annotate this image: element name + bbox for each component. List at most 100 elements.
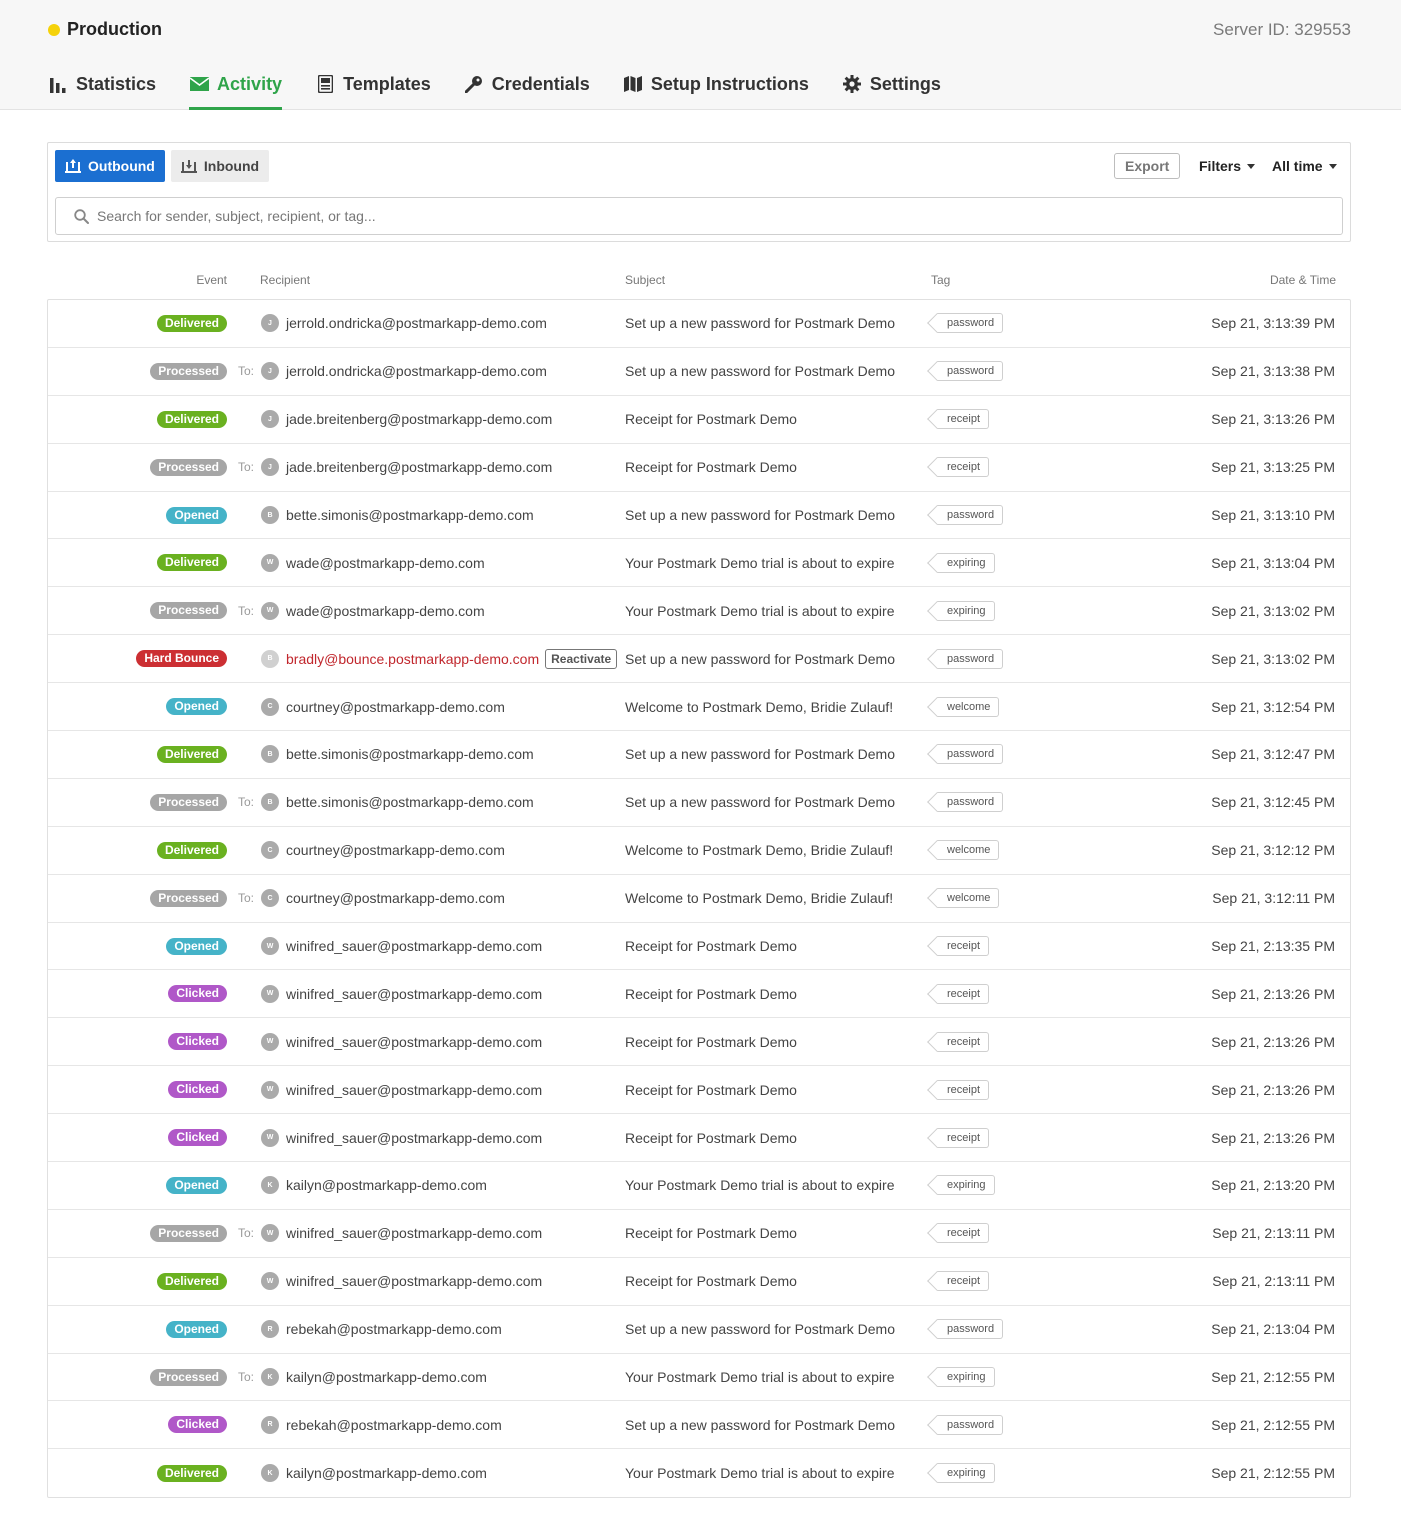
table-row[interactable]: Delivered W wade@postmarkapp-demo.com Yo… — [48, 539, 1350, 588]
table-row[interactable]: Opened B bette.simonis@postmarkapp-demo.… — [48, 492, 1350, 540]
tag-label[interactable]: expiring — [937, 1175, 995, 1196]
timerange-dropdown[interactable]: All time — [1272, 153, 1337, 179]
subject-cell: Set up a new password for Postmark Demo — [625, 507, 896, 523]
recipient-email[interactable]: rebekah@postmarkapp-demo.com — [286, 1321, 502, 1337]
recipient-email[interactable]: jade.breitenberg@postmarkapp-demo.com — [286, 411, 552, 427]
recipient-email[interactable]: courtney@postmarkapp-demo.com — [286, 699, 505, 715]
tag-label[interactable]: receipt — [937, 1127, 990, 1148]
tag-label[interactable]: receipt — [937, 409, 990, 430]
table-row[interactable]: Clicked W winifred_sauer@postmarkapp-dem… — [48, 1066, 1350, 1115]
recipient-email[interactable]: bette.simonis@postmarkapp-demo.com — [286, 507, 534, 523]
table-row[interactable]: Processed To: J jade.breitenberg@postmar… — [48, 444, 1350, 492]
tag-label[interactable]: password — [937, 1319, 1004, 1340]
event-badge: Opened — [166, 937, 227, 955]
table-row[interactable]: Opened K kailyn@postmarkapp-demo.com You… — [48, 1162, 1350, 1210]
recipient-email[interactable]: winifred_sauer@postmarkapp-demo.com — [286, 1273, 542, 1289]
tab-statistics[interactable]: Statistics — [48, 66, 156, 110]
recipient-email[interactable]: jerrold.ondricka@postmarkapp-demo.com — [286, 363, 547, 379]
search-input[interactable] — [97, 208, 1297, 224]
tab-activity[interactable]: Activity — [189, 66, 283, 110]
table-row[interactable]: Processed To: B bette.simonis@postmarkap… — [48, 779, 1350, 827]
table-row[interactable]: Delivered J jerrold.ondricka@postmarkapp… — [48, 300, 1350, 348]
table-row[interactable]: Clicked R rebekah@postmarkapp-demo.com S… — [48, 1401, 1350, 1450]
server-name[interactable]: Production — [48, 19, 162, 40]
table-row[interactable]: Processed To: W wade@postmarkapp-demo.co… — [48, 587, 1350, 636]
tag-label[interactable]: password — [937, 792, 1004, 813]
tag-cell: expiring — [931, 587, 995, 634]
recipient-email[interactable]: winifred_sauer@postmarkapp-demo.com — [286, 986, 542, 1002]
tag-label[interactable]: receipt — [937, 1223, 990, 1244]
recipient-email[interactable]: kailyn@postmarkapp-demo.com — [286, 1369, 487, 1385]
tag-label[interactable]: password — [937, 361, 1004, 382]
table-row[interactable]: Processed To: K kailyn@postmarkapp-demo.… — [48, 1354, 1350, 1402]
table-row[interactable]: Delivered W winifred_sauer@postmarkapp-d… — [48, 1258, 1350, 1306]
tag-label[interactable]: receipt — [937, 1031, 990, 1052]
recipient-email[interactable]: winifred_sauer@postmarkapp-demo.com — [286, 938, 542, 954]
table-row[interactable]: Opened C courtney@postmarkapp-demo.com W… — [48, 683, 1350, 732]
recipient-email[interactable]: bette.simonis@postmarkapp-demo.com — [286, 794, 534, 810]
tag-label[interactable]: receipt — [937, 1079, 990, 1100]
export-button[interactable]: Export — [1114, 153, 1181, 179]
outbound-button[interactable]: Outbound — [55, 150, 165, 182]
tag-label[interactable]: welcome — [937, 840, 1000, 861]
table-row[interactable]: Hard Bounce B bradly@bounce.postmarkapp-… — [48, 635, 1350, 684]
tag-text: expiring — [947, 604, 986, 617]
table-row[interactable]: Clicked W winifred_sauer@postmarkapp-dem… — [48, 1018, 1350, 1067]
recipient-email[interactable]: winifred_sauer@postmarkapp-demo.com — [286, 1082, 542, 1098]
table-row[interactable]: Delivered K kailyn@postmarkapp-demo.com … — [48, 1449, 1350, 1497]
recipient-email[interactable]: bradly@bounce.postmarkapp-demo.com — [286, 651, 539, 667]
recipient-email[interactable]: kailyn@postmarkapp-demo.com — [286, 1465, 487, 1481]
recipient-email[interactable]: bette.simonis@postmarkapp-demo.com — [286, 746, 534, 762]
status-dot-icon — [48, 23, 60, 36]
event-cell: Processed — [150, 1210, 227, 1257]
tag-label[interactable]: password — [937, 313, 1004, 334]
table-row[interactable]: Opened R rebekah@postmarkapp-demo.com Se… — [48, 1306, 1350, 1354]
tab-setup-instructions[interactable]: Setup Instructions — [623, 66, 809, 110]
tab-settings[interactable]: Settings — [842, 66, 941, 110]
tab-templates[interactable]: Templates — [315, 66, 431, 110]
event-badge: Delivered — [156, 1272, 227, 1290]
recipient-email[interactable]: winifred_sauer@postmarkapp-demo.com — [286, 1034, 542, 1050]
table-row[interactable]: Delivered C courtney@postmarkapp-demo.co… — [48, 827, 1350, 875]
tag-label[interactable]: password — [937, 1414, 1004, 1435]
inbound-button[interactable]: Inbound — [170, 150, 270, 182]
table-row[interactable]: Clicked W winifred_sauer@postmarkapp-dem… — [48, 970, 1350, 1019]
recipient-email[interactable]: jerrold.ondricka@postmarkapp-demo.com — [286, 315, 547, 331]
recipient-email[interactable]: jade.breitenberg@postmarkapp-demo.com — [286, 459, 552, 475]
table-row[interactable]: Clicked W winifred_sauer@postmarkapp-dem… — [48, 1114, 1350, 1163]
tag-label[interactable]: password — [937, 505, 1004, 525]
outbound-icon — [65, 159, 81, 173]
inbound-icon — [180, 160, 197, 173]
recipient-email[interactable]: rebekah@postmarkapp-demo.com — [286, 1417, 502, 1433]
recipient-email[interactable]: courtney@postmarkapp-demo.com — [286, 890, 505, 906]
recipient-email[interactable]: wade@postmarkapp-demo.com — [286, 555, 485, 571]
tab-credentials[interactable]: Credentials — [464, 66, 590, 110]
tag-label[interactable]: expiring — [937, 1367, 995, 1388]
recipient-email[interactable]: kailyn@postmarkapp-demo.com — [286, 1177, 487, 1193]
table-row[interactable]: Opened W winifred_sauer@postmarkapp-demo… — [48, 923, 1350, 971]
tag-label[interactable]: welcome — [937, 696, 1000, 717]
recipient-email[interactable]: courtney@postmarkapp-demo.com — [286, 842, 505, 858]
tag-label[interactable]: receipt — [937, 983, 990, 1004]
event-cell: Clicked — [168, 1114, 227, 1161]
recipient-email[interactable]: wade@postmarkapp-demo.com — [286, 603, 485, 619]
table-row[interactable]: Processed To: J jerrold.ondricka@postmar… — [48, 348, 1350, 396]
table-row[interactable]: Delivered J jade.breitenberg@postmarkapp… — [48, 396, 1350, 444]
tag-label[interactable]: expiring — [937, 1463, 995, 1484]
tag-label[interactable]: expiring — [937, 552, 995, 573]
recipient-email[interactable]: winifred_sauer@postmarkapp-demo.com — [286, 1225, 542, 1241]
tag-label[interactable]: password — [937, 648, 1004, 669]
recipient-email[interactable]: winifred_sauer@postmarkapp-demo.com — [286, 1130, 542, 1146]
tag-label[interactable]: password — [937, 744, 1004, 765]
bar-chart-icon — [48, 74, 68, 94]
tag-label[interactable]: expiring — [937, 600, 995, 621]
reactivate-button[interactable]: Reactivate — [545, 648, 618, 669]
tag-label[interactable]: receipt — [937, 1271, 990, 1292]
table-row[interactable]: Delivered B bette.simonis@postmarkapp-de… — [48, 731, 1350, 779]
table-row[interactable]: Processed To: C courtney@postmarkapp-dem… — [48, 875, 1350, 923]
filters-dropdown[interactable]: Filters — [1199, 153, 1256, 179]
tag-label[interactable]: receipt — [937, 457, 990, 478]
tag-label[interactable]: receipt — [937, 936, 990, 957]
tag-label[interactable]: welcome — [937, 888, 1000, 909]
table-row[interactable]: Processed To: W winifred_sauer@postmarka… — [48, 1210, 1350, 1258]
